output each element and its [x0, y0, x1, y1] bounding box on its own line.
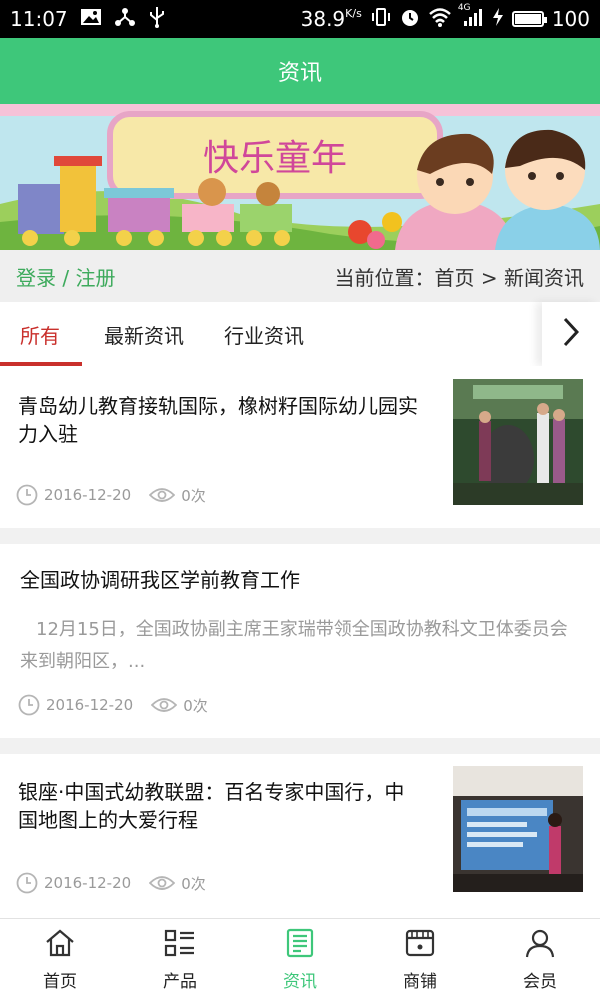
status-bar: 11:07 38.9K/s 4G 100	[0, 0, 600, 38]
member-icon	[524, 928, 556, 963]
nav-news[interactable]: 资讯	[240, 919, 360, 1000]
news-icon	[284, 928, 316, 963]
share-notification-icon	[114, 7, 136, 32]
eye-icon	[151, 696, 178, 714]
wifi-icon	[428, 7, 452, 32]
tab-industry-news[interactable]: 行业资讯	[224, 302, 304, 366]
cell-signal-icon: 4G	[458, 3, 484, 32]
news-date: 2016-12-20	[44, 874, 132, 892]
nav-home[interactable]: 首页	[0, 919, 120, 1000]
eye-icon	[149, 486, 176, 504]
nav-products-label: 产品	[163, 971, 197, 992]
page-title: 资讯	[277, 61, 322, 86]
news-item[interactable]: 青岛幼儿教育接轨国际，橡树籽国际幼儿园实力入驻 2016-12-20 0次	[0, 366, 600, 528]
alarm-icon	[400, 7, 420, 32]
news-title: 青岛幼儿教育接轨国际，橡树籽国际幼儿园实力入驻	[18, 394, 418, 446]
nav-member[interactable]: 会员	[480, 919, 600, 1000]
image-notification-icon	[80, 7, 102, 31]
news-title: 全国政协调研我区学前教育工作	[20, 568, 300, 592]
news-views: 0次	[181, 486, 206, 505]
clock-icon	[16, 484, 38, 506]
charging-icon	[492, 7, 504, 32]
news-meta: 2016-12-20 0次	[18, 694, 208, 716]
network-speed: 38.9K/s	[300, 7, 362, 31]
news-item[interactable]: 银座·中国式幼教联盟：百名专家中国行，中国地图上的大爱行程 2016-12-20…	[0, 754, 600, 918]
clock-icon	[18, 694, 40, 716]
store-icon	[404, 928, 436, 963]
app-header: 资讯	[0, 38, 600, 104]
vibrate-icon	[370, 7, 392, 32]
nav-products[interactable]: 产品	[120, 919, 240, 1000]
home-icon	[44, 928, 76, 963]
clock-icon	[16, 872, 38, 894]
category-tabs: 所有 最新资讯 行业资讯	[0, 302, 600, 366]
news-meta: 2016-12-20 0次	[16, 872, 206, 894]
location-bar: 登录 / 注册 当前位置：首页 > 新闻资讯	[0, 250, 600, 302]
nav-stores-label: 商铺	[403, 971, 437, 992]
news-summary: 12月15日，全国政协副主席王家瑞带领全国政协教科文卫体委员会来到朝阳区，...	[20, 619, 568, 672]
news-thumbnail	[453, 766, 583, 892]
news-date: 2016-12-20	[46, 696, 134, 714]
status-time: 11:07	[10, 7, 68, 31]
banner-image[interactable]: 快乐童年	[0, 104, 600, 250]
breadcrumb: 当前位置：首页 > 新闻资讯	[334, 265, 584, 290]
eye-icon	[149, 874, 176, 892]
usb-icon	[148, 6, 166, 33]
battery-icon	[511, 11, 547, 27]
chevron-right-icon	[563, 317, 580, 351]
news-meta: 2016-12-20 0次	[16, 484, 206, 506]
login-register-link[interactable]: 登录 / 注册	[16, 262, 115, 291]
nav-home-label: 首页	[43, 971, 77, 992]
tab-all[interactable]: 所有	[0, 302, 82, 366]
bottom-navigation: 首页 产品 资讯 商铺 会员	[0, 918, 600, 1000]
tab-latest-news[interactable]: 最新资讯	[104, 302, 184, 366]
news-title: 银座·中国式幼教联盟：百名专家中国行，中国地图上的大爱行程	[18, 780, 405, 832]
news-item[interactable]: 全国政协调研我区学前教育工作 12月15日，全国政协副主席王家瑞带领全国政协教科…	[0, 544, 600, 738]
battery-level: 100	[551, 7, 590, 31]
product-list-icon	[164, 928, 196, 963]
banner-text: 快乐童年	[203, 138, 347, 179]
news-views: 0次	[181, 874, 206, 893]
news-date: 2016-12-20	[44, 486, 132, 504]
tabs-scroll-right-button[interactable]	[542, 302, 600, 366]
nav-member-label: 会员	[523, 971, 557, 992]
list-divider	[0, 738, 600, 754]
list-divider	[0, 528, 600, 544]
nav-stores[interactable]: 商铺	[360, 919, 480, 1000]
nav-news-label: 资讯	[283, 971, 317, 992]
news-views: 0次	[183, 696, 208, 715]
news-thumbnail	[453, 379, 583, 505]
